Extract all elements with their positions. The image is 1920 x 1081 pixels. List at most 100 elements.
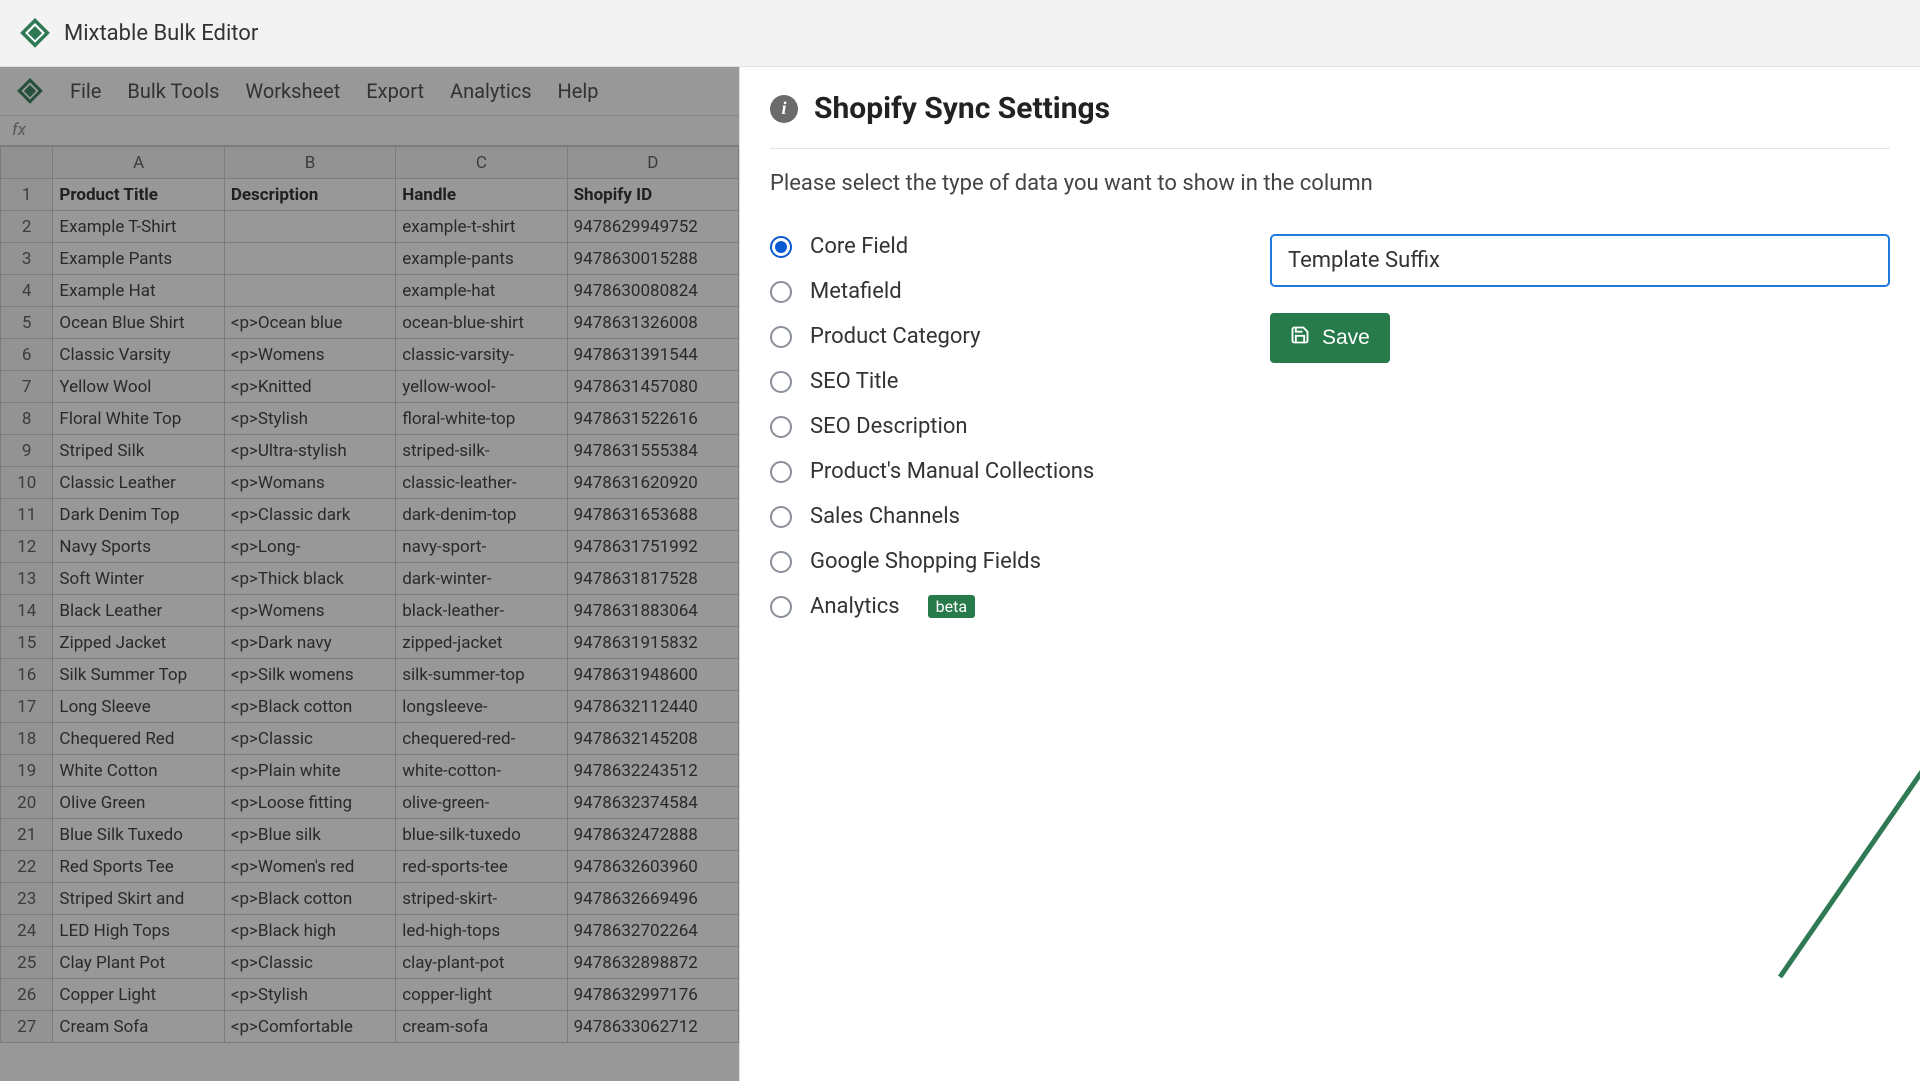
corner-cell[interactable]	[1, 147, 53, 179]
cell[interactable]: navy-sport-	[396, 531, 567, 563]
table-row[interactable]: 27Cream Sofa<p>Comfortablecream-sofa9478…	[1, 1011, 739, 1043]
menu-analytics[interactable]: Analytics	[450, 79, 532, 103]
cell[interactable]: Classic Varsity	[53, 339, 224, 371]
header-cell[interactable]: Description	[224, 179, 395, 211]
cell[interactable]: 9478631391544	[567, 339, 738, 371]
cell[interactable]: LED High Tops	[53, 915, 224, 947]
cell[interactable]: Classic Leather	[53, 467, 224, 499]
col-header[interactable]: D	[567, 147, 738, 179]
formula-bar[interactable]: fx	[0, 116, 739, 146]
row-number[interactable]: 24	[1, 915, 53, 947]
cell[interactable]: Silk Summer Top	[53, 659, 224, 691]
cell[interactable]: longsleeve-	[396, 691, 567, 723]
cell[interactable]: <p>Blue silk	[224, 819, 395, 851]
table-row[interactable]: 5Ocean Blue Shirt<p>Ocean blueocean-blue…	[1, 307, 739, 339]
cell[interactable]: copper-light	[396, 979, 567, 1011]
cell[interactable]: <p>Black cotton	[224, 883, 395, 915]
table-row[interactable]: 18Chequered Red<p>Classicchequered-red-9…	[1, 723, 739, 755]
table-row[interactable]: 25Clay Plant Pot<p>Classicclay-plant-pot…	[1, 947, 739, 979]
cell[interactable]: Striped Skirt and	[53, 883, 224, 915]
radio-option[interactable]: Metafield	[770, 279, 1190, 304]
row-number[interactable]: 26	[1, 979, 53, 1011]
cell[interactable]: <p>Black high	[224, 915, 395, 947]
cell[interactable]: <p>Classic	[224, 723, 395, 755]
row-number[interactable]: 13	[1, 563, 53, 595]
row-number[interactable]: 4	[1, 275, 53, 307]
cell[interactable]: 9478631326008	[567, 307, 738, 339]
table-row[interactable]: 17Long Sleeve<p>Black cottonlongsleeve-9…	[1, 691, 739, 723]
radio-option[interactable]: Google Shopping Fields	[770, 549, 1190, 574]
cell[interactable]: 9478632702264	[567, 915, 738, 947]
table-row[interactable]: 12Navy Sports<p>Long-navy-sport-94786317…	[1, 531, 739, 563]
row-number[interactable]: 8	[1, 403, 53, 435]
cell[interactable]: 9478631457080	[567, 371, 738, 403]
cell[interactable]: classic-varsity-	[396, 339, 567, 371]
radio-option[interactable]: Product's Manual Collections	[770, 459, 1190, 484]
cell[interactable]: Clay Plant Pot	[53, 947, 224, 979]
cell[interactable]: example-hat	[396, 275, 567, 307]
row-number[interactable]: 2	[1, 211, 53, 243]
cell[interactable]: <p>Black cotton	[224, 691, 395, 723]
cell[interactable]: <p>Classic dark	[224, 499, 395, 531]
cell[interactable]: Soft Winter	[53, 563, 224, 595]
cell[interactable]: blue-silk-tuxedo	[396, 819, 567, 851]
cell[interactable]: Navy Sports	[53, 531, 224, 563]
row-number[interactable]: 14	[1, 595, 53, 627]
col-header[interactable]: A	[53, 147, 224, 179]
spreadsheet-table[interactable]: A B C D 1Product TitleDescriptionHandleS…	[0, 146, 739, 1043]
radio-option[interactable]: Analyticsbeta	[770, 594, 1190, 619]
cell[interactable]: <p>Silk womens	[224, 659, 395, 691]
cell[interactable]: 9478632997176	[567, 979, 738, 1011]
table-row[interactable]: 14Black Leather<p>Womensblack-leather-94…	[1, 595, 739, 627]
cell[interactable]: <p>Womans	[224, 467, 395, 499]
row-number[interactable]: 19	[1, 755, 53, 787]
cell[interactable]: 9478632472888	[567, 819, 738, 851]
row-number[interactable]: 7	[1, 371, 53, 403]
cell[interactable]: led-high-tops	[396, 915, 567, 947]
cell[interactable]: Dark Denim Top	[53, 499, 224, 531]
table-row[interactable]: 4Example Hatexample-hat9478630080824	[1, 275, 739, 307]
table-row[interactable]: 3Example Pantsexample-pants9478630015288	[1, 243, 739, 275]
cell[interactable]: cream-sofa	[396, 1011, 567, 1043]
cell[interactable]: <p>Stylish	[224, 403, 395, 435]
cell[interactable]: example-pants	[396, 243, 567, 275]
cell[interactable]: silk-summer-top	[396, 659, 567, 691]
cell[interactable]: <p>Dark navy	[224, 627, 395, 659]
cell[interactable]: 9478631883064	[567, 595, 738, 627]
table-row[interactable]: 8Floral White Top<p>Stylishfloral-white-…	[1, 403, 739, 435]
cell[interactable]: 9478631817528	[567, 563, 738, 595]
row-number[interactable]: 16	[1, 659, 53, 691]
cell[interactable]: 9478632669496	[567, 883, 738, 915]
radio-option[interactable]: SEO Description	[770, 414, 1190, 439]
table-row[interactable]: 2Example T-Shirtexample-t-shirt947862994…	[1, 211, 739, 243]
table-row[interactable]: 26Copper Light<p>Stylishcopper-light9478…	[1, 979, 739, 1011]
header-cell[interactable]: Product Title	[53, 179, 224, 211]
table-row[interactable]: 6Classic Varsity<p>Womensclassic-varsity…	[1, 339, 739, 371]
cell[interactable]: 9478630015288	[567, 243, 738, 275]
cell[interactable]: 9478632374584	[567, 787, 738, 819]
menu-export[interactable]: Export	[366, 79, 424, 103]
table-row[interactable]: 21Blue Silk Tuxedo<p>Blue silkblue-silk-…	[1, 819, 739, 851]
table-row[interactable]: 13Soft Winter<p>Thick blackdark-winter-9…	[1, 563, 739, 595]
cell[interactable]: Blue Silk Tuxedo	[53, 819, 224, 851]
row-number[interactable]: 23	[1, 883, 53, 915]
cell[interactable]: Striped Silk	[53, 435, 224, 467]
menu-help[interactable]: Help	[558, 79, 599, 103]
cell[interactable]: ocean-blue-shirt	[396, 307, 567, 339]
cell[interactable]: classic-leather-	[396, 467, 567, 499]
cell[interactable]	[224, 211, 395, 243]
cell[interactable]: Red Sports Tee	[53, 851, 224, 883]
cell[interactable]: <p>Loose fitting	[224, 787, 395, 819]
cell[interactable]: Zipped Jacket	[53, 627, 224, 659]
cell[interactable]: <p>Thick black	[224, 563, 395, 595]
table-row[interactable]: 19White Cotton<p>Plain whitewhite-cotton…	[1, 755, 739, 787]
row-number[interactable]: 21	[1, 819, 53, 851]
cell[interactable]: 9478629949752	[567, 211, 738, 243]
row-number[interactable]: 25	[1, 947, 53, 979]
cell[interactable]: Chequered Red	[53, 723, 224, 755]
cell[interactable]: 9478632145208	[567, 723, 738, 755]
table-row[interactable]: 16Silk Summer Top<p>Silk womenssilk-summ…	[1, 659, 739, 691]
cell[interactable]: striped-silk-	[396, 435, 567, 467]
row-number[interactable]: 5	[1, 307, 53, 339]
cell[interactable]: white-cotton-	[396, 755, 567, 787]
